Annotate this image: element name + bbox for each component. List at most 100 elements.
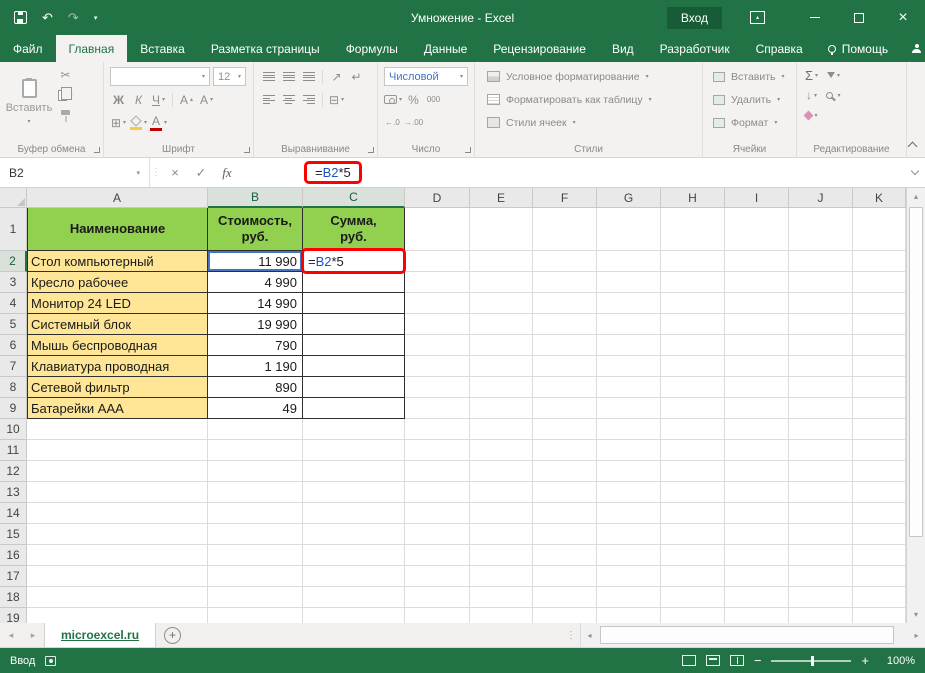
cell-C5[interactable]: [303, 314, 405, 335]
cell-B1[interactable]: Стоимость, руб.: [208, 208, 303, 251]
sheet-nav-left-icon[interactable]: ◂: [0, 623, 22, 647]
cell-H2[interactable]: [661, 251, 725, 272]
cell-D6[interactable]: [405, 335, 470, 356]
cell-H8[interactable]: [661, 377, 725, 398]
align-center-button[interactable]: [280, 91, 297, 109]
cell-K14[interactable]: [853, 503, 906, 524]
cell-G11[interactable]: [597, 440, 661, 461]
ribbon-tab-page-layout[interactable]: Разметка страницы: [198, 35, 333, 62]
cell-B7[interactable]: 1 190: [208, 356, 303, 377]
increase-font-button[interactable]: А▴: [178, 91, 195, 109]
cell-B13[interactable]: [208, 482, 303, 503]
cell-J11[interactable]: [789, 440, 853, 461]
cell-D15[interactable]: [405, 524, 470, 545]
ribbon-tab-view[interactable]: Вид: [599, 35, 647, 62]
h-scroll-splitter[interactable]: ⋮: [562, 623, 580, 647]
cell-K6[interactable]: [853, 335, 906, 356]
cell-I12[interactable]: [725, 461, 789, 482]
row-header-7[interactable]: 7: [0, 356, 27, 377]
cell-K16[interactable]: [853, 545, 906, 566]
ribbon-tab-help[interactable]: Справка: [743, 35, 816, 62]
row-header-19[interactable]: 19: [0, 608, 27, 623]
share-button[interactable]: Поделиться: [900, 35, 925, 62]
cell-E6[interactable]: [470, 335, 533, 356]
cancel-button[interactable]: ×: [162, 158, 188, 187]
cell-I1[interactable]: [725, 208, 789, 251]
cell-D17[interactable]: [405, 566, 470, 587]
cell-C8[interactable]: [303, 377, 405, 398]
cell-B16[interactable]: [208, 545, 303, 566]
cell-A17[interactable]: [27, 566, 208, 587]
cell-K9[interactable]: [853, 398, 906, 419]
cell-I17[interactable]: [725, 566, 789, 587]
cell-D7[interactable]: [405, 356, 470, 377]
cell-A6[interactable]: Мышь беспроводная: [27, 335, 208, 356]
horizontal-scroll-track[interactable]: [598, 623, 908, 647]
ribbon-tab-file[interactable]: Файл: [0, 35, 56, 62]
cell-F13[interactable]: [533, 482, 597, 503]
row-header-14[interactable]: 14: [0, 503, 27, 524]
cell-I2[interactable]: [725, 251, 789, 272]
ribbon-tab-developer[interactable]: Разработчик: [647, 35, 743, 62]
cell-G1[interactable]: [597, 208, 661, 251]
format-cells-button[interactable]: Формат ▾: [713, 112, 790, 133]
cell-A13[interactable]: [27, 482, 208, 503]
cell-G3[interactable]: [597, 272, 661, 293]
cell-B2[interactable]: 11 990: [208, 251, 303, 272]
insert-function-button[interactable]: fx: [214, 158, 240, 187]
cell-K12[interactable]: [853, 461, 906, 482]
cell-J12[interactable]: [789, 461, 853, 482]
cell-K19[interactable]: [853, 608, 906, 623]
decrease-font-button[interactable]: А▾: [198, 91, 215, 109]
cell-K2[interactable]: [853, 251, 906, 272]
cell-A19[interactable]: [27, 608, 208, 623]
cell-B6[interactable]: 790: [208, 335, 303, 356]
enter-button[interactable]: ✓: [188, 158, 214, 187]
vertical-scrollbar[interactable]: ▴ ▾: [906, 188, 925, 623]
cell-A10[interactable]: [27, 419, 208, 440]
cell-J18[interactable]: [789, 587, 853, 608]
cell-A4[interactable]: Монитор 24 LED: [27, 293, 208, 314]
percent-style-button[interactable]: %: [405, 91, 422, 109]
cell-E1[interactable]: [470, 208, 533, 251]
cell-F7[interactable]: [533, 356, 597, 377]
cell-A16[interactable]: [27, 545, 208, 566]
cell-J13[interactable]: [789, 482, 853, 503]
increase-decimal-button[interactable]: ←.0: [384, 114, 401, 132]
clear-button[interactable]: ▾: [803, 106, 820, 124]
font-color-button[interactable]: А▾: [150, 114, 167, 132]
cell-E8[interactable]: [470, 377, 533, 398]
cell-B8[interactable]: 890: [208, 377, 303, 398]
font-size-select[interactable]: 12▾: [213, 67, 246, 86]
cell-J15[interactable]: [789, 524, 853, 545]
cell-B12[interactable]: [208, 461, 303, 482]
fill-button[interactable]: ↓▾: [803, 86, 820, 104]
merge-center-button[interactable]: ⊟▾: [328, 91, 345, 109]
autosum-button[interactable]: Σ▾: [803, 66, 820, 84]
cell-D4[interactable]: [405, 293, 470, 314]
cell-D19[interactable]: [405, 608, 470, 623]
cell-I3[interactable]: [725, 272, 789, 293]
cell-I6[interactable]: [725, 335, 789, 356]
cell-I7[interactable]: [725, 356, 789, 377]
number-dialog-launcher-icon[interactable]: [465, 147, 471, 153]
cell-C15[interactable]: [303, 524, 405, 545]
cell-C16[interactable]: [303, 545, 405, 566]
row-header-10[interactable]: 10: [0, 419, 27, 440]
cell-G13[interactable]: [597, 482, 661, 503]
cell-F9[interactable]: [533, 398, 597, 419]
cell-A15[interactable]: [27, 524, 208, 545]
cell-F14[interactable]: [533, 503, 597, 524]
cell-B14[interactable]: [208, 503, 303, 524]
cell-H9[interactable]: [661, 398, 725, 419]
cell-C2[interactable]: =B2*5: [303, 251, 405, 272]
number-format-select[interactable]: Числовой▾: [384, 67, 468, 86]
accounting-format-button[interactable]: ▾: [384, 91, 402, 109]
cell-K5[interactable]: [853, 314, 906, 335]
cell-H19[interactable]: [661, 608, 725, 623]
cell-J9[interactable]: [789, 398, 853, 419]
cell-D16[interactable]: [405, 545, 470, 566]
cell-F6[interactable]: [533, 335, 597, 356]
cell-I10[interactable]: [725, 419, 789, 440]
paste-button[interactable]: Вставить ▾: [6, 66, 52, 138]
